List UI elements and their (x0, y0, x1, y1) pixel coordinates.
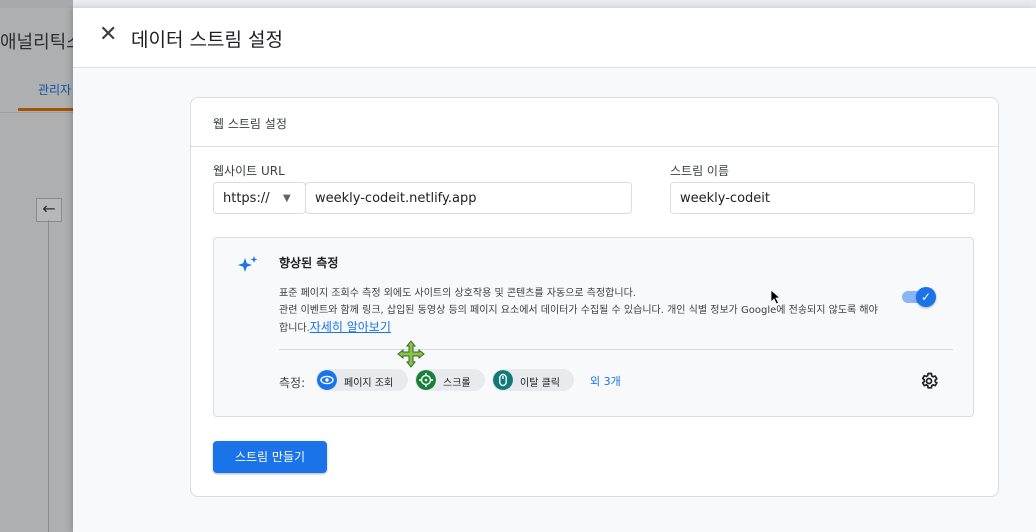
learn-more-link[interactable]: 자세히 알아보기 (310, 320, 391, 334)
move-cursor-icon (397, 340, 425, 368)
card-title: 웹 스트림 설정 (213, 117, 287, 131)
desc-line-1: 표준 페이지 조회수 측정 외에도 사이트의 상호작용 및 콘텐츠를 자동으로 … (279, 288, 636, 299)
card-header: 웹 스트림 설정 (191, 98, 998, 147)
chip-outbound-click[interactable]: 이탈 클릭 (492, 369, 574, 391)
enhanced-description: 표준 페이지 조회수 측정 외에도 사이트의 상호작용 및 콘텐츠를 자동으로 … (279, 285, 919, 337)
browser-strip (0, 0, 1036, 8)
enhanced-title: 향상된 측정 (279, 256, 339, 270)
desc-line-3: 합니다.자세히 알아보기 (279, 319, 919, 337)
chip-label: 페이지 조회 (344, 378, 394, 389)
chip-label: 스크롤 (443, 378, 471, 389)
measure-label: 측정: (279, 376, 306, 390)
close-icon[interactable]: ✕ (99, 24, 121, 46)
pointer-cursor-icon (770, 289, 782, 305)
gear-icon[interactable] (919, 371, 939, 391)
overlay-scrim[interactable] (0, 0, 73, 532)
stream-name-input[interactable]: weekly-codeit (670, 182, 975, 214)
protocol-select[interactable]: https:// ▼ (213, 182, 306, 214)
url-input[interactable]: weekly-codeit.netlify.app (305, 182, 632, 214)
web-stream-card: 웹 스트림 설정 웹사이트 URL https:// ▼ weekly-code… (190, 97, 999, 497)
panel-title: 데이터 스트림 설정 (131, 29, 283, 51)
stream-settings-panel: ✕ 데이터 스트림 설정 웹 스트림 설정 웹사이트 URL https:// … (73, 8, 1036, 532)
mouse-icon (493, 370, 513, 390)
crosshair-icon (416, 370, 436, 390)
panel-header: ✕ 데이터 스트림 설정 (73, 8, 1036, 68)
url-label: 웹사이트 URL (213, 164, 285, 178)
desc-line-3-text: 합니다. (279, 323, 310, 334)
stream-name-label: 스트림 이름 (670, 164, 730, 178)
create-stream-button[interactable]: 스트림 만들기 (213, 441, 327, 473)
enhanced-toggle[interactable]: ✓ (902, 286, 936, 307)
dropdown-arrow-icon: ▼ (283, 193, 291, 204)
chip-label: 이탈 클릭 (520, 378, 560, 389)
more-measurements-link[interactable]: 외 3개 (590, 373, 621, 389)
protocol-value: https:// (223, 191, 270, 206)
check-icon: ✓ (916, 287, 936, 307)
desc-line-2: 관련 이벤트와 함께 링크, 삽입된 동영상 등의 페이지 요소에서 데이터가 … (279, 305, 878, 316)
section-divider (279, 349, 953, 350)
sparkle-icon (238, 256, 258, 272)
stream-name-value: weekly-codeit (680, 191, 770, 206)
eye-icon (317, 370, 337, 390)
chip-scroll[interactable]: 스크롤 (415, 369, 485, 391)
chip-page-view[interactable]: 페이지 조회 (316, 369, 408, 391)
url-value: weekly-codeit.netlify.app (315, 191, 477, 206)
enhanced-measurement-section: 향상된 측정 표준 페이지 조회수 측정 외에도 사이트의 상호작용 및 콘텐츠… (213, 237, 974, 417)
